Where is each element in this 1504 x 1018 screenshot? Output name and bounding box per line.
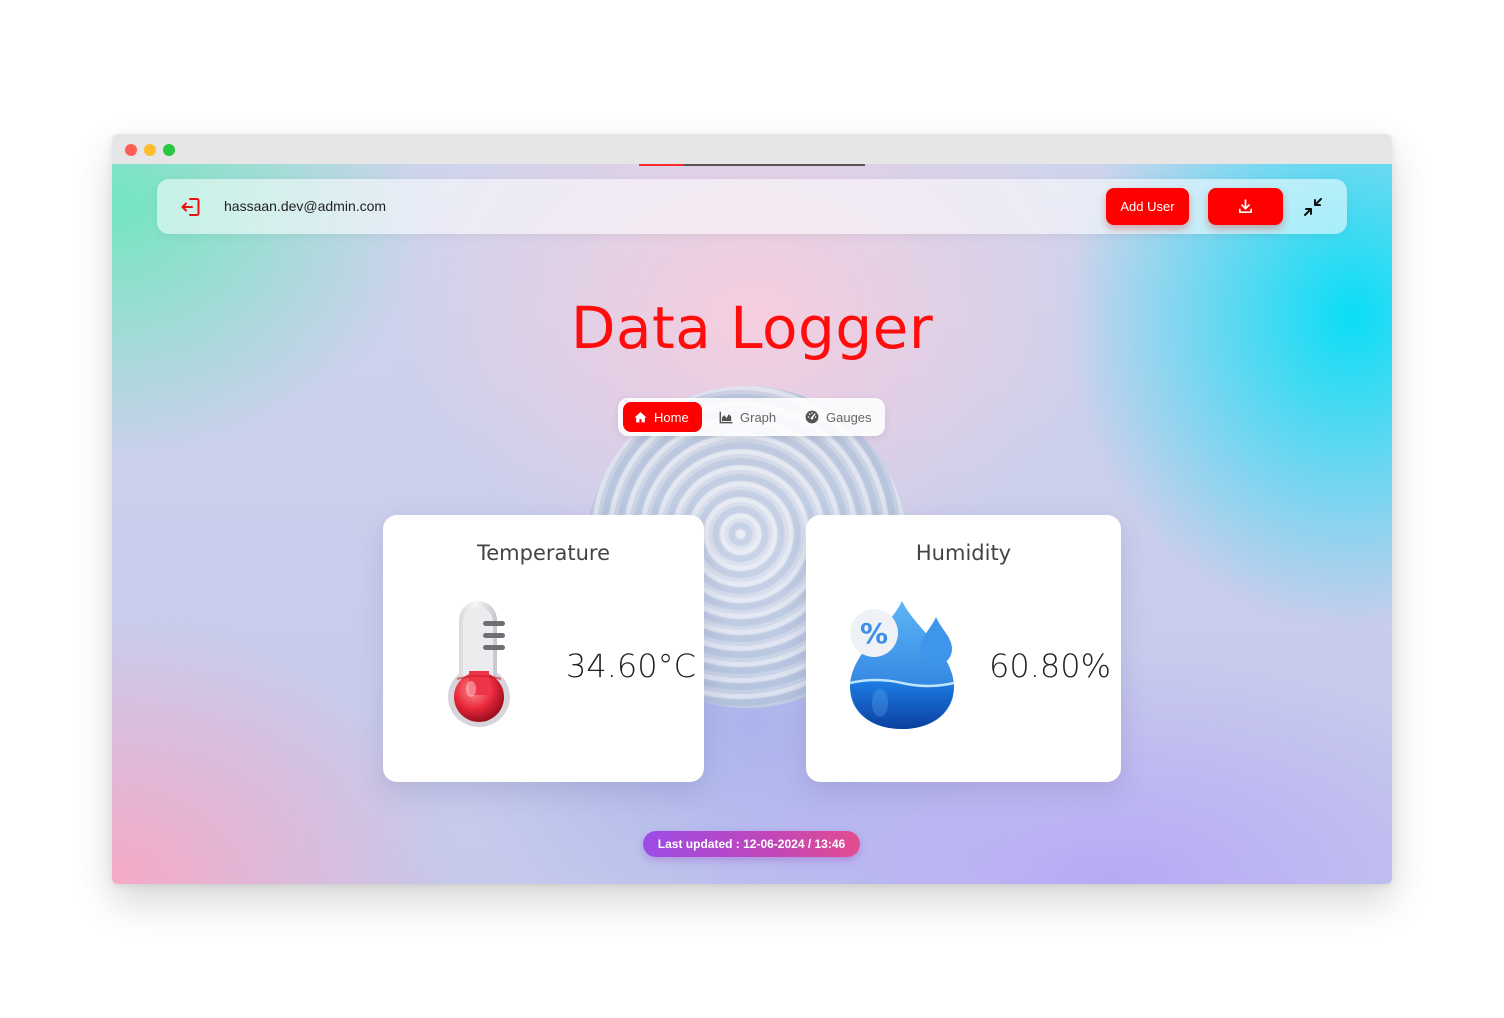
tab-gauges-label: Gauges	[826, 409, 872, 425]
tab-graph[interactable]: Graph	[714, 402, 784, 432]
app-viewport: hassaan.dev@admin.com Add User Data Logg…	[112, 164, 1392, 884]
humidity-card: Humidity % 60.80%	[806, 515, 1121, 782]
tab-gauges[interactable]: Gauges	[800, 402, 880, 432]
tab-home[interactable]: Home	[623, 402, 702, 432]
humidity-value: 60.80%	[989, 647, 1112, 685]
add-user-button[interactable]: Add User	[1106, 188, 1189, 225]
humidity-title: Humidity	[915, 541, 1012, 565]
user-email: hassaan.dev@admin.com	[224, 198, 387, 214]
area-chart-icon	[719, 411, 733, 423]
thermometer-icon	[448, 601, 510, 727]
window-titlebar	[112, 134, 1392, 164]
home-icon	[634, 411, 647, 422]
tab-graph-label: Graph	[740, 409, 777, 425]
close-window-button[interactable]	[125, 144, 137, 156]
view-tabs: Home Graph Gauges	[618, 398, 885, 436]
browser-window: hassaan.dev@admin.com Add User Data Logg…	[112, 134, 1392, 884]
tab-home-label: Home	[654, 409, 689, 425]
fullscreen-exit-icon[interactable]	[1301, 195, 1325, 219]
logout-icon[interactable]	[179, 195, 203, 219]
last-updated-badge: Last updated : 12-06-2024 / 13:46	[643, 831, 860, 857]
minimize-window-button[interactable]	[144, 144, 156, 156]
loading-progress-bar	[639, 164, 865, 166]
temperature-title: Temperature	[476, 541, 611, 565]
temperature-value: 34.60°C	[566, 647, 696, 685]
page-title: Data Logger	[570, 294, 934, 362]
top-navbar: hassaan.dev@admin.com Add User	[157, 179, 1347, 234]
humidity-drop-icon: %	[849, 601, 955, 729]
gauge-icon	[805, 410, 819, 424]
download-button[interactable]	[1208, 188, 1283, 225]
loading-progress-fill	[639, 164, 685, 166]
download-icon	[1238, 199, 1253, 214]
temperature-card: Temperature 34.60°C	[383, 515, 704, 782]
maximize-window-button[interactable]	[163, 144, 175, 156]
svg-text:%: %	[860, 617, 888, 650]
